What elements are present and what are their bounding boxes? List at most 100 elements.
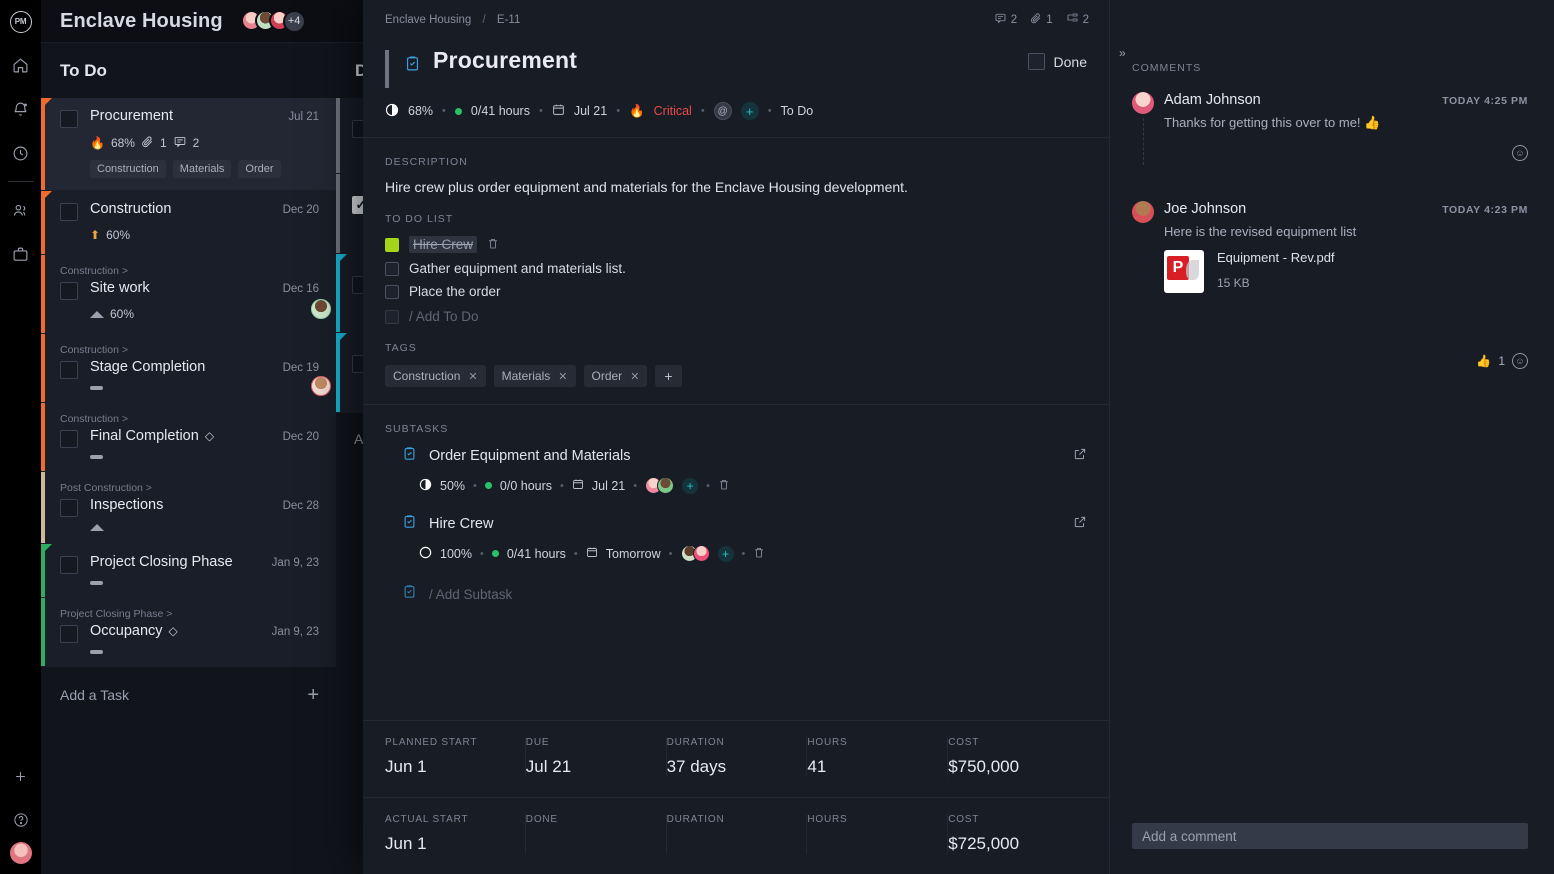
task-card-stage-completion[interactable]: Construction > Stage Completion Dec 19 [41, 334, 336, 403]
subtask-progress[interactable]: 50% [440, 479, 465, 493]
task-progress[interactable]: 68% [408, 104, 433, 118]
task-checkbox[interactable] [60, 361, 78, 379]
task-card-site-work[interactable]: Construction > Site work Dec 16 60% [41, 255, 336, 334]
subtask-row[interactable]: Order Equipment and Materials 50% • 0/0 … [385, 446, 1087, 494]
task-status[interactable]: To Do [781, 104, 814, 118]
plus-icon[interactable]: + [307, 685, 319, 705]
task-checkbox[interactable] [60, 625, 78, 643]
avatar[interactable] [1132, 92, 1154, 114]
user-avatar[interactable] [10, 842, 32, 864]
assignee-avatar[interactable] [657, 477, 674, 494]
collapse-panel-icon[interactable]: » [1119, 46, 1126, 60]
task-card-occupancy[interactable]: Project Closing Phase > Occupancy ◇ Jan … [41, 598, 336, 667]
stat-value[interactable] [807, 834, 935, 854]
add-assignee-icon[interactable]: + [682, 478, 698, 494]
assignee-avatar[interactable] [311, 299, 331, 319]
member-avatars[interactable]: +4 [241, 10, 306, 33]
app-logo[interactable]: PM [0, 0, 41, 43]
add-subtask-row[interactable]: / Add Subtask [385, 584, 1087, 604]
open-external-icon[interactable] [1073, 515, 1087, 534]
attachment-name[interactable]: Equipment - Rev.pdf [1217, 250, 1335, 265]
task-card-procurement[interactable]: Procurement Jul 21 🔥 68% 1 2 Constructio… [41, 98, 336, 191]
task-card-inspections[interactable]: Post Construction > Inspections Dec 28 [41, 472, 336, 544]
modal-task-title[interactable]: Procurement [433, 47, 577, 74]
task-checkbox[interactable] [60, 203, 78, 221]
done-checkbox[interactable] [1028, 53, 1045, 70]
task-checkbox[interactable] [60, 110, 78, 128]
task-tag[interactable]: Order [238, 160, 280, 178]
remove-tag-icon[interactable]: ✕ [468, 370, 477, 383]
task-card-construction[interactable]: Construction Dec 20 ⬆ 60% [41, 191, 336, 255]
todo-item[interactable]: Hire Crew [385, 236, 1087, 253]
tag-chip[interactable]: Order ✕ [584, 365, 648, 387]
task-priority[interactable]: Critical [654, 104, 692, 118]
remove-tag-icon[interactable]: ✕ [558, 370, 567, 383]
time-icon[interactable] [0, 131, 41, 175]
stat-value[interactable]: 41 [807, 757, 935, 777]
subtask-name[interactable]: Hire Crew [429, 516, 493, 532]
thumbs-up-icon[interactable]: 👍 [1476, 354, 1491, 368]
task-checkbox[interactable] [60, 556, 78, 574]
notifications-icon[interactable] [0, 87, 41, 131]
breadcrumb-project[interactable]: Enclave Housing [385, 14, 471, 26]
add-assignee-icon[interactable]: + [741, 102, 759, 120]
todo-item[interactable]: Place the order [385, 284, 1087, 299]
add-task-button[interactable]: Add a Task + [41, 667, 336, 723]
subtask-assignees[interactable] [645, 477, 674, 494]
remove-tag-icon[interactable]: ✕ [630, 370, 639, 383]
subtask-name[interactable]: Order Equipment and Materials [429, 448, 631, 464]
subtask-row[interactable]: Hire Crew 100% • 0/41 hours • [385, 514, 1087, 562]
subtask-count-group[interactable]: 2 [1066, 12, 1089, 27]
add-assignee-icon[interactable]: + [718, 546, 734, 562]
subtask-date[interactable]: Tomorrow [606, 547, 661, 561]
comment-count-group[interactable]: 2 [994, 12, 1017, 27]
subtask-assignees[interactable] [681, 545, 710, 562]
attachment-count-group[interactable]: 1 [1030, 12, 1052, 27]
todo-checkbox[interactable] [385, 262, 399, 276]
subtask-hours[interactable]: 0/0 hours [500, 479, 552, 493]
avatar[interactable] [1132, 201, 1154, 223]
subtask-hours[interactable]: 0/41 hours [507, 547, 566, 561]
assignee-placeholder-icon[interactable]: @ [714, 102, 732, 120]
task-card-final-completion[interactable]: Construction > Final Completion ◇ Dec 20 [41, 403, 336, 472]
stat-value[interactable]: Jul 21 [526, 757, 654, 777]
tag-chip[interactable]: Materials ✕ [494, 365, 576, 387]
tag-chip[interactable]: Construction ✕ [385, 365, 486, 387]
home-icon[interactable] [0, 43, 41, 87]
stat-value[interactable]: $750,000 [948, 757, 1076, 777]
subtask-progress[interactable]: 100% [440, 547, 472, 561]
delete-icon[interactable] [753, 546, 765, 562]
people-icon[interactable] [0, 188, 41, 232]
open-external-icon[interactable] [1073, 447, 1087, 466]
add-tag-button[interactable]: + [655, 365, 681, 387]
stat-value[interactable]: 37 days [667, 757, 795, 777]
description-text[interactable]: Hire crew plus order equipment and mater… [385, 179, 1087, 195]
delete-icon[interactable] [487, 237, 499, 253]
task-checkbox[interactable] [60, 282, 78, 300]
add-comment-input[interactable]: Add a comment [1132, 823, 1528, 849]
task-checkbox[interactable] [60, 499, 78, 517]
stat-value[interactable]: $725,000 [948, 834, 1076, 854]
add-icon[interactable] [0, 754, 41, 798]
todo-item[interactable]: Gather equipment and materials list. [385, 261, 1087, 276]
assignee-avatar[interactable] [693, 545, 710, 562]
done-toggle[interactable]: Done [1028, 53, 1087, 70]
todo-checkbox[interactable] [385, 285, 399, 299]
add-reaction-icon[interactable]: ☺ [1512, 145, 1528, 161]
stat-value[interactable]: Jun 1 [385, 834, 513, 854]
add-todo-row[interactable]: / Add To Do [385, 309, 1087, 324]
add-reaction-icon[interactable]: ☺ [1512, 353, 1528, 369]
task-hours[interactable]: 0/41 hours [471, 104, 530, 118]
task-checkbox[interactable] [60, 430, 78, 448]
help-icon[interactable] [0, 798, 41, 842]
avatar-overflow-count[interactable]: +4 [283, 10, 306, 33]
task-tag[interactable]: Materials [173, 160, 232, 178]
stat-value[interactable] [526, 834, 654, 854]
task-tag[interactable]: Construction [90, 160, 166, 178]
task-card-project-closing-phase[interactable]: Project Closing Phase Jan 9, 23 [41, 544, 336, 598]
portfolio-icon[interactable] [0, 232, 41, 276]
stat-value[interactable]: Jun 1 [385, 757, 513, 777]
task-due-date[interactable]: Jul 21 [574, 104, 607, 118]
stat-value[interactable] [667, 834, 795, 854]
delete-icon[interactable] [718, 478, 730, 494]
